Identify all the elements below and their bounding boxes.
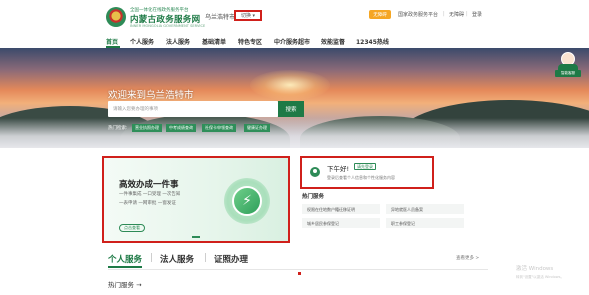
logo-english: INNER MONGOLIA GOVERNMENT SERVICE bbox=[130, 24, 206, 28]
hot-service-item[interactable]: 异地就医人员备案 bbox=[386, 204, 464, 214]
mist-layer bbox=[0, 118, 589, 148]
greeting-description: 登录后查看个人信息和个性化服务内容 bbox=[327, 175, 395, 180]
hot-service-item[interactable]: 权限在住地数户籍迁移证明 bbox=[302, 204, 380, 214]
login-link[interactable]: 登录 bbox=[472, 11, 482, 18]
search-button[interactable]: 搜索 bbox=[278, 101, 304, 117]
carousel-indicator[interactable] bbox=[192, 236, 200, 238]
card-line: 一件事集成 一口受理 一次告知 bbox=[119, 192, 181, 197]
hot-search-tag[interactable]: 健康证办理 bbox=[244, 124, 270, 132]
tab-divider: | bbox=[204, 253, 207, 263]
greeting-text: 下午好! bbox=[327, 165, 350, 173]
red-marker bbox=[298, 272, 301, 275]
hero-banner bbox=[0, 48, 589, 148]
user-avatar-icon bbox=[310, 167, 320, 177]
nav-featured[interactable]: 特色专区 bbox=[238, 37, 262, 46]
tab-certificates[interactable]: 证照办理 bbox=[214, 253, 248, 265]
login-button[interactable]: 请先登录 bbox=[354, 163, 376, 170]
main-nav: 首页 个人服务 法人服务 基础清单 特色专区 中介服务超市 效能监督 12345… bbox=[0, 35, 589, 48]
tab-divider: | bbox=[150, 253, 153, 263]
sunrise-glow bbox=[250, 70, 330, 100]
hot-services-title: 热门服务 bbox=[302, 194, 325, 200]
hot-services-section-title[interactable]: 热门服务 → bbox=[108, 279, 142, 289]
card-line: 一表申请 一网审批 一窗发证 bbox=[119, 201, 176, 206]
hot-search-tag[interactable]: 社保卡申领查询 bbox=[202, 124, 236, 132]
tab-corporate[interactable]: 法人服务 bbox=[160, 253, 194, 265]
card-title: 高效办成一件事 bbox=[119, 180, 179, 190]
watermark-line: 激活 Windows bbox=[516, 266, 554, 272]
accessibility-badge[interactable]: 无障碍 bbox=[369, 10, 391, 19]
government-emblem-icon[interactable] bbox=[106, 7, 126, 27]
user-greeting-panel: 下午好! 请先登录 登录后查看个人信息和个性化服务内容 bbox=[300, 156, 434, 189]
one-thing-card[interactable]: 高效办成一件事 一件事集成 一口受理 一次告知 一表申请 一网审批 一窗发证 点… bbox=[102, 156, 290, 243]
switch-city-button[interactable]: 切换 ▾ bbox=[234, 10, 262, 21]
hot-service-item[interactable]: 城乡居民参保登记 bbox=[302, 218, 380, 228]
hot-search-label: 热门检索: bbox=[108, 126, 128, 131]
tab-personal[interactable]: 个人服务 bbox=[108, 253, 142, 265]
nav-hotline[interactable]: 12345热线 bbox=[356, 37, 389, 46]
smart-assistant-button[interactable]: 智能客服 bbox=[555, 52, 581, 78]
section-divider bbox=[108, 269, 488, 270]
accessibility-link[interactable]: 无障碍 bbox=[449, 11, 464, 18]
nav-supervision[interactable]: 效能监督 bbox=[321, 37, 345, 46]
nav-agency-market[interactable]: 中介服务超市 bbox=[274, 37, 310, 46]
search-input[interactable]: 请输入您要办理的事项 bbox=[108, 101, 278, 117]
national-platform-link[interactable]: 国家政务服务平台 bbox=[398, 11, 438, 18]
current-city: 乌兰浩特市 bbox=[205, 14, 236, 21]
efficiency-clock-icon: ⚡ bbox=[224, 178, 270, 224]
nav-corporate[interactable]: 法人服务 bbox=[166, 37, 190, 46]
welcome-title: 欢迎来到乌兰浩特市 bbox=[108, 90, 194, 101]
assistant-label: 智能客服 bbox=[555, 70, 581, 77]
watermark-line: 转到"设置"以激活 Windows。 bbox=[516, 275, 564, 279]
windows-activation-watermark: 激活 Windows 转到"设置"以激活 Windows。 bbox=[516, 265, 564, 281]
hot-search-tag[interactable]: 中考成绩查询 bbox=[166, 124, 196, 132]
header-divider: | bbox=[443, 11, 445, 17]
lightning-icon: ⚡ bbox=[232, 186, 262, 216]
nav-basic-list[interactable]: 基础清单 bbox=[202, 37, 226, 46]
header-divider: | bbox=[466, 11, 468, 17]
nav-home[interactable]: 首页 bbox=[106, 37, 118, 46]
hot-service-item[interactable]: 职工参保登记 bbox=[386, 218, 464, 228]
view-more-link[interactable]: 查看更多 > bbox=[456, 255, 479, 261]
hot-search-tag[interactable]: 营业执照办理 bbox=[132, 124, 162, 132]
site-header: 全国一体化在线政务服务平台 内蒙古政务服务网 INNER MONGOLIA GO… bbox=[0, 0, 589, 35]
card-view-button[interactable]: 点击查看 bbox=[119, 224, 145, 232]
tab-active-indicator bbox=[108, 266, 142, 268]
nav-personal[interactable]: 个人服务 bbox=[130, 37, 154, 46]
